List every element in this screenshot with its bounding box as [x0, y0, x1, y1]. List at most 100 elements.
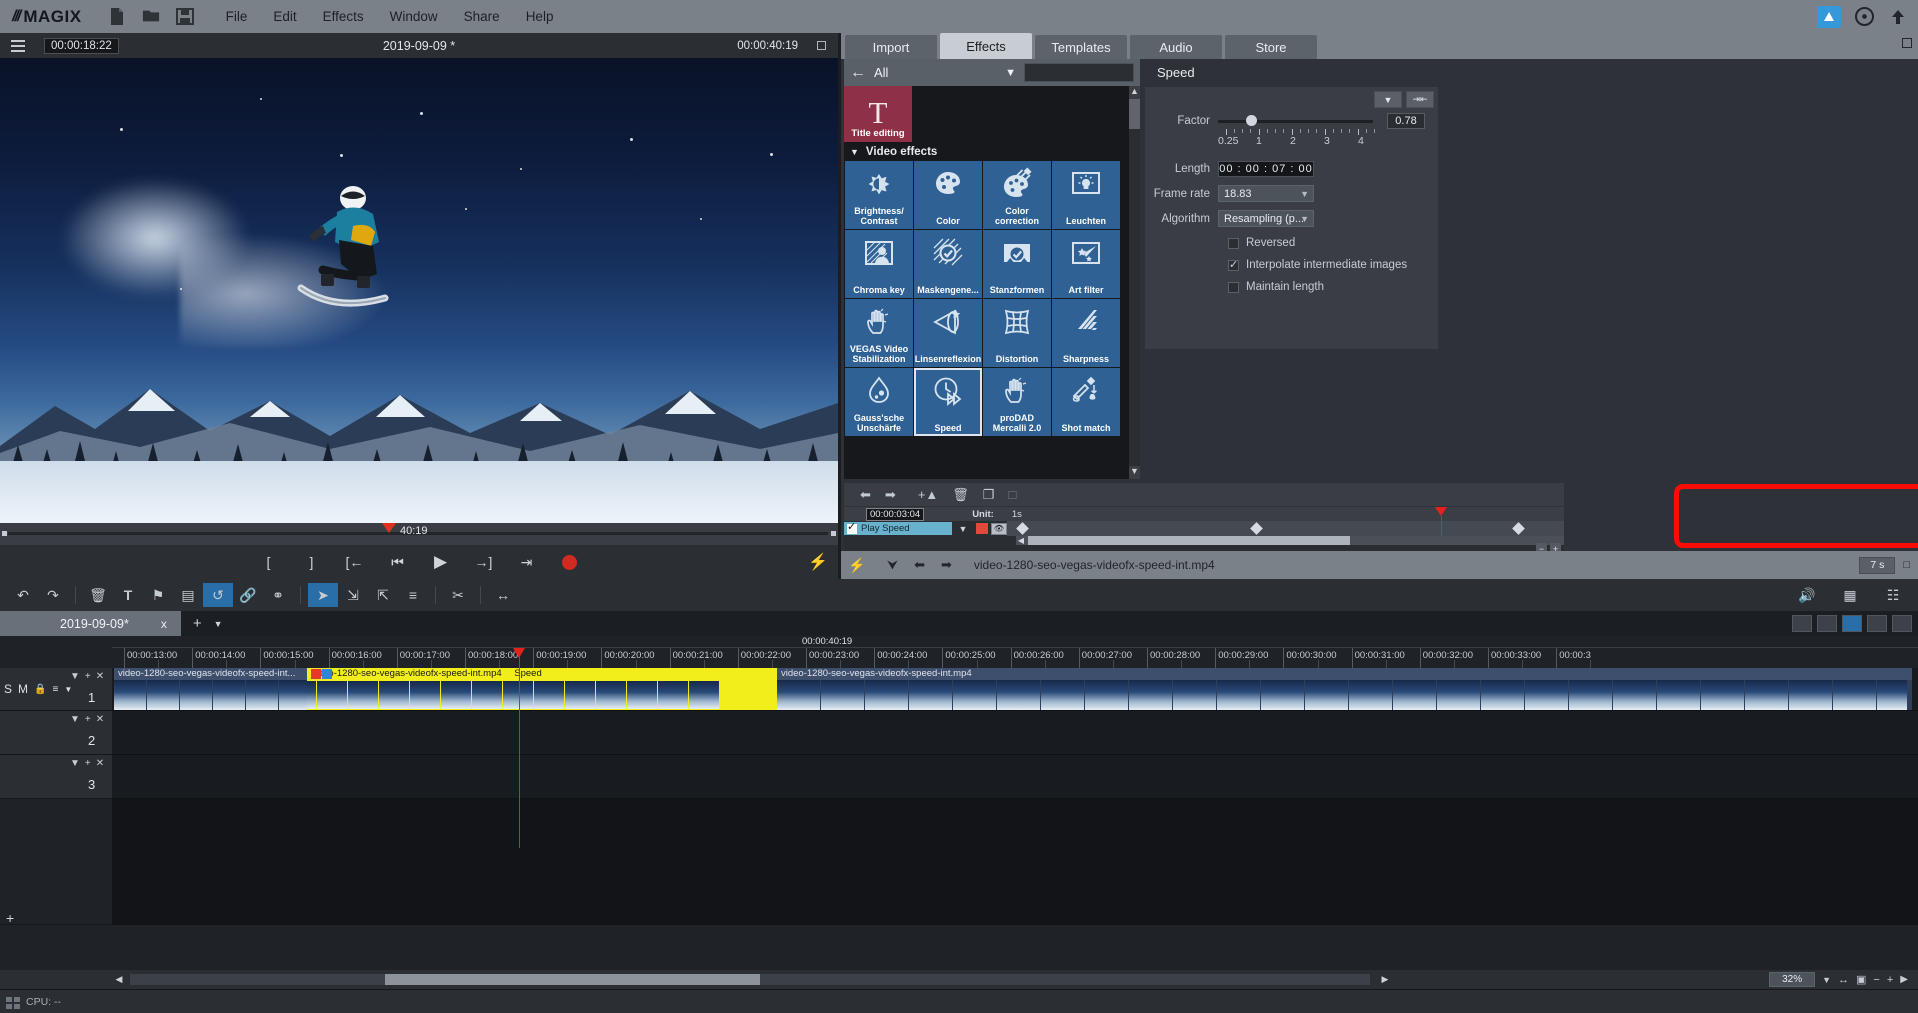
effect-tile-linsenreflexion[interactable]: Linsenreflexion — [914, 299, 982, 367]
save-disk-icon[interactable] — [175, 7, 194, 26]
close-icon[interactable]: x — [161, 617, 167, 631]
pointer-tool[interactable]: ➤ — [308, 583, 338, 607]
track-row-1[interactable]: video-1280-seo-vegas-videofx-speed-int..… — [112, 668, 1918, 711]
timeline-scroll-right-icon[interactable]: ▶ — [1378, 974, 1392, 985]
undo-button[interactable]: ↶ — [8, 583, 38, 607]
effect-tile-maskengenerator[interactable]: Maskengene... — [914, 230, 982, 298]
keyframe-marker[interactable] — [1016, 522, 1029, 535]
menu-help[interactable]: Help — [526, 9, 554, 24]
new-document-icon[interactable] — [108, 7, 126, 26]
effect-tile-sharpness[interactable]: Sharpness — [1052, 299, 1120, 367]
next-frame-button[interactable]: →] — [472, 551, 496, 573]
jump-end-button[interactable]: ⇥ — [515, 551, 539, 573]
factor-slider[interactable] — [1218, 115, 1373, 126]
caret-icon[interactable]: ▼ — [64, 685, 72, 694]
keyframe-marker[interactable] — [1250, 522, 1263, 535]
timeline-playhead[interactable] — [513, 648, 525, 658]
redo-button[interactable]: ↷ — [38, 583, 68, 607]
set-out-point-button[interactable]: ] — [300, 551, 324, 573]
timeline-hscrollbar[interactable] — [130, 974, 1370, 985]
panel-restore-icon[interactable] — [1902, 38, 1912, 48]
chevron-down-icon[interactable]: ▼ — [1005, 67, 1016, 79]
timeline-clip-selected[interactable]: video-1280-seo-vegas-videofx-speed-int.m… — [307, 668, 777, 710]
menu-share[interactable]: Share — [464, 9, 500, 24]
monitor-icon[interactable]: ▦ — [1835, 583, 1865, 607]
keyframe-marker[interactable] — [1511, 522, 1525, 535]
tab-import[interactable]: Import — [845, 35, 937, 59]
video-effects-section-header[interactable]: ▼ Video effects — [844, 142, 1140, 161]
keyframe-timeline-track[interactable] — [1007, 507, 1564, 536]
copy-keyframe-icon[interactable]: ❐ — [983, 487, 995, 503]
effect-tile-stanzformen[interactable]: Stanzformen — [983, 230, 1051, 298]
frame-rate-select[interactable]: 18.83 ▼ — [1218, 185, 1314, 202]
effect-tile-color-correction[interactable]: Color correction — [983, 161, 1051, 229]
effect-tile-color[interactable]: Color — [914, 161, 982, 229]
paste-keyframe-icon[interactable]: □ — [1008, 487, 1016, 502]
keyframe-mode-dropdown[interactable]: ▼ — [952, 524, 974, 534]
bolt-icon[interactable]: ⚡ — [841, 557, 873, 574]
preset-dropdown-icon[interactable]: ▼ — [1374, 91, 1402, 108]
track-row-3[interactable] — [112, 755, 1918, 799]
trim-tool[interactable]: ⇱ — [368, 583, 398, 607]
open-folder-icon[interactable] — [142, 7, 160, 26]
track-row-2[interactable] — [112, 711, 1918, 755]
footer-restore-icon[interactable]: □ — [1903, 559, 1910, 571]
group-tool[interactable]: ≡ — [398, 583, 428, 607]
menu-effects[interactable]: Effects — [323, 9, 364, 24]
keyframe-cursor[interactable] — [1435, 507, 1448, 516]
track-header-3[interactable]: ▼ + ✕ 3 — [0, 755, 112, 799]
reversed-checkbox-row[interactable]: Reversed — [1228, 237, 1438, 249]
zoom-dropdown-icon[interactable]: ▼ — [1822, 975, 1831, 985]
scrub-playhead[interactable] — [382, 523, 396, 533]
footer-duration-box[interactable]: 7 s — [1859, 556, 1896, 574]
back-arrow-icon[interactable]: ← — [850, 64, 866, 82]
project-tab[interactable]: 2019-09-09* x — [0, 611, 181, 636]
effects-scrollbar[interactable]: ▲ ▼ — [1129, 86, 1140, 479]
preview-menu-icon[interactable] — [6, 33, 30, 58]
timeline-scroll-left-icon[interactable]: ◀ — [112, 974, 126, 985]
effect-tile-chroma-key[interactable]: Chroma key — [845, 230, 913, 298]
zoom-more-icon[interactable]: ▶ — [1900, 974, 1908, 985]
algorithm-select[interactable]: Resampling (p... ▼ — [1218, 210, 1314, 227]
keyframe-unit-value[interactable]: 1s — [1012, 509, 1022, 520]
track-header-2[interactable]: ▼ + ✕ 2 — [0, 711, 112, 755]
tab-effects[interactable]: Effects — [940, 33, 1032, 59]
timeline-clip[interactable]: video-1280-seo-vegas-videofx-speed-int..… — [114, 668, 307, 710]
preview-quality-icon[interactable]: ⚡ — [808, 552, 828, 572]
zoom-out-icon[interactable]: − — [1873, 974, 1879, 986]
effect-tile-gaussian-blur[interactable]: Gauss'sche Unschärfe — [845, 368, 913, 436]
zoom-in-icon[interactable]: + — [1887, 974, 1893, 986]
preview-current-timecode[interactable]: 00:00:18:22 — [44, 37, 119, 54]
next-icon[interactable]: ➡ — [941, 557, 952, 573]
effects-search-input[interactable] — [1024, 63, 1134, 82]
track-remove-icon[interactable]: ✕ — [96, 758, 104, 769]
factor-value-field[interactable]: 0.78 — [1387, 113, 1425, 129]
timeline-clip[interactable]: video-1280-seo-vegas-videofx-speed-int.m… — [777, 668, 1912, 710]
tab-templates[interactable]: Templates — [1035, 35, 1127, 59]
add-project-tab-button[interactable]: + — [193, 615, 202, 632]
keyframe-enable-checkbox[interactable] — [847, 520, 857, 534]
text-button[interactable]: T — [113, 583, 143, 607]
timeline-scroll-thumb[interactable] — [385, 974, 760, 985]
delete-keyframe-icon[interactable]: 🗑 — [952, 487, 969, 503]
view-timeline-button[interactable] — [1842, 615, 1862, 632]
loop-button[interactable]: ↺ — [203, 583, 233, 607]
split-tool[interactable]: ⇲ — [338, 583, 368, 607]
effect-tile-art-filter[interactable]: Art filter — [1052, 230, 1120, 298]
track-remove-icon[interactable]: ✕ — [96, 714, 104, 725]
zoom-selection-icon[interactable]: ▣ — [1856, 973, 1866, 986]
effect-tile-prodad-mercalli[interactable]: proDAD Mercalli 2.0 — [983, 368, 1051, 436]
keyframe-scroll-left-icon[interactable]: ◀ — [1016, 536, 1026, 545]
fader-icon[interactable]: ≡ — [52, 684, 58, 695]
prev-icon[interactable]: ⬅ — [914, 557, 925, 573]
effect-tile-shot-match[interactable]: Shot match — [1052, 368, 1120, 436]
track-add-icon[interactable]: + — [85, 758, 91, 769]
track-collapse-icon[interactable]: ▼ — [70, 758, 80, 769]
effect-tile-distortion[interactable]: Distortion — [983, 299, 1051, 367]
jump-in-button[interactable]: [← — [343, 551, 367, 573]
title-editing-tile[interactable]: T Title editing — [844, 86, 912, 142]
tab-store[interactable]: Store — [1225, 35, 1317, 59]
scroll-down-icon[interactable]: ▼ — [1129, 466, 1140, 479]
effect-tile-leuchten[interactable]: Leuchten — [1052, 161, 1120, 229]
lock-icon[interactable]: 🔒 — [34, 684, 46, 695]
